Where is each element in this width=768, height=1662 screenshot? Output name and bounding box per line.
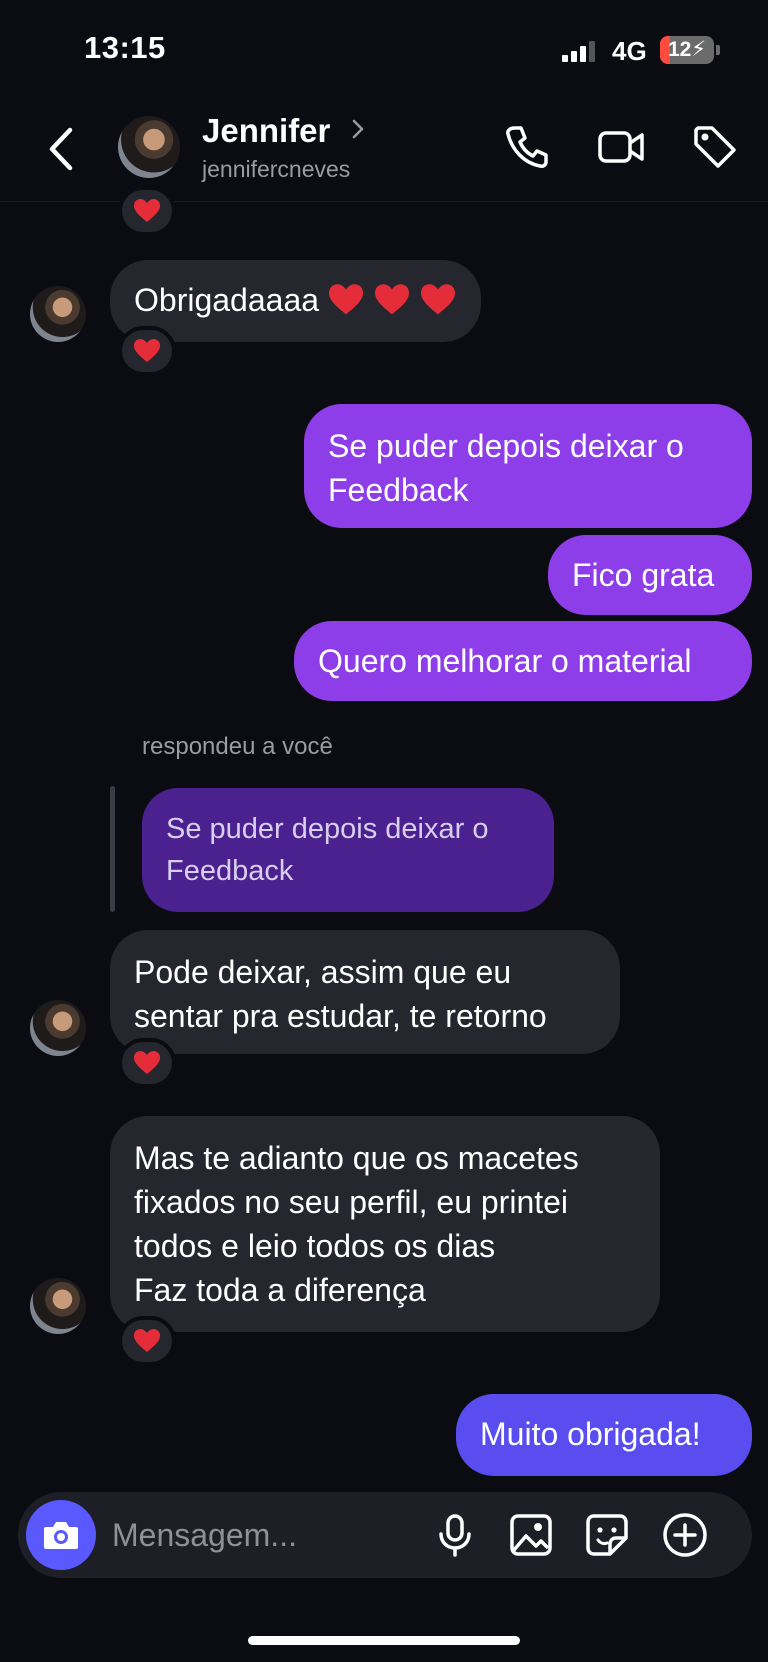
message-received[interactable]: Pode deixar, assim que eu sentar pra est…	[110, 930, 620, 1054]
battery-tip	[716, 45, 720, 55]
quoted-text: Se puder depois deixar o Feedback	[166, 813, 489, 887]
sticker-icon[interactable]	[584, 1512, 630, 1558]
contact-name[interactable]: Jennifer	[202, 112, 330, 150]
message-text: Quero melhorar o material	[318, 643, 692, 679]
message-text: Mas te adianto que os macetes fixados no…	[134, 1140, 579, 1308]
chat-header: Jennifer jennifercneves	[0, 100, 768, 202]
phone-icon[interactable]	[502, 122, 552, 172]
contact-username[interactable]: jennifercneves	[202, 156, 350, 183]
message-sent[interactable]: Muito obrigada!	[456, 1394, 752, 1476]
message-text: Muito obrigada!	[480, 1416, 701, 1452]
heart-icon	[329, 284, 364, 315]
reaction-heart[interactable]	[118, 326, 176, 376]
heart-icon	[421, 284, 456, 315]
reaction-heart[interactable]	[118, 1038, 176, 1088]
chevron-right-icon[interactable]	[350, 116, 366, 142]
message-text: Obrigadaaaa	[134, 282, 320, 318]
avatar[interactable]	[30, 1000, 86, 1056]
network-label: 4G	[612, 36, 647, 66]
heart-icon	[134, 1329, 160, 1352]
camera-button[interactable]	[26, 1500, 96, 1570]
back-icon[interactable]	[42, 124, 82, 174]
quote-bar	[110, 786, 115, 912]
message-sent[interactable]: Fico grata	[548, 535, 752, 615]
message-sent[interactable]: Se puder depois deixar o Feedback	[304, 404, 752, 528]
battery-level: 12	[667, 38, 692, 61]
reply-label: respondeu a você	[142, 733, 333, 760]
battery-indicator: 12⚡	[660, 36, 714, 64]
message-composer	[18, 1492, 752, 1578]
signal-icon	[562, 40, 596, 62]
message-sent[interactable]: Quero melhorar o material	[294, 621, 752, 701]
video-icon[interactable]	[596, 122, 646, 172]
message-received[interactable]: Mas te adianto que os macetes fixados no…	[110, 1116, 660, 1332]
avatar[interactable]	[30, 1278, 86, 1334]
status-time: 13:15	[84, 30, 166, 65]
message-text: Se puder depois deixar o Feedback	[328, 428, 684, 508]
plus-icon[interactable]	[662, 1512, 708, 1558]
avatar[interactable]	[30, 286, 86, 342]
heart-icon	[134, 199, 160, 222]
reaction-heart[interactable]	[118, 186, 176, 236]
quoted-message[interactable]: Se puder depois deixar o Feedback	[142, 788, 554, 912]
heart-icon	[375, 284, 410, 315]
message-received[interactable]: Obrigadaaaa	[110, 260, 482, 342]
message-text: Fico grata	[572, 557, 715, 593]
camera-icon	[44, 1522, 78, 1549]
home-indicator[interactable]	[248, 1636, 520, 1645]
message-input[interactable]	[112, 1512, 412, 1558]
image-icon[interactable]	[508, 1512, 554, 1558]
tag-icon[interactable]	[690, 122, 740, 172]
heart-icon	[134, 1051, 160, 1074]
avatar[interactable]	[118, 116, 180, 178]
microphone-icon[interactable]	[432, 1512, 478, 1558]
reaction-heart[interactable]	[118, 1316, 176, 1366]
charging-icon: ⚡	[691, 38, 707, 61]
message-text: Pode deixar, assim que eu sentar pra est…	[134, 954, 547, 1034]
heart-icon	[134, 339, 160, 362]
